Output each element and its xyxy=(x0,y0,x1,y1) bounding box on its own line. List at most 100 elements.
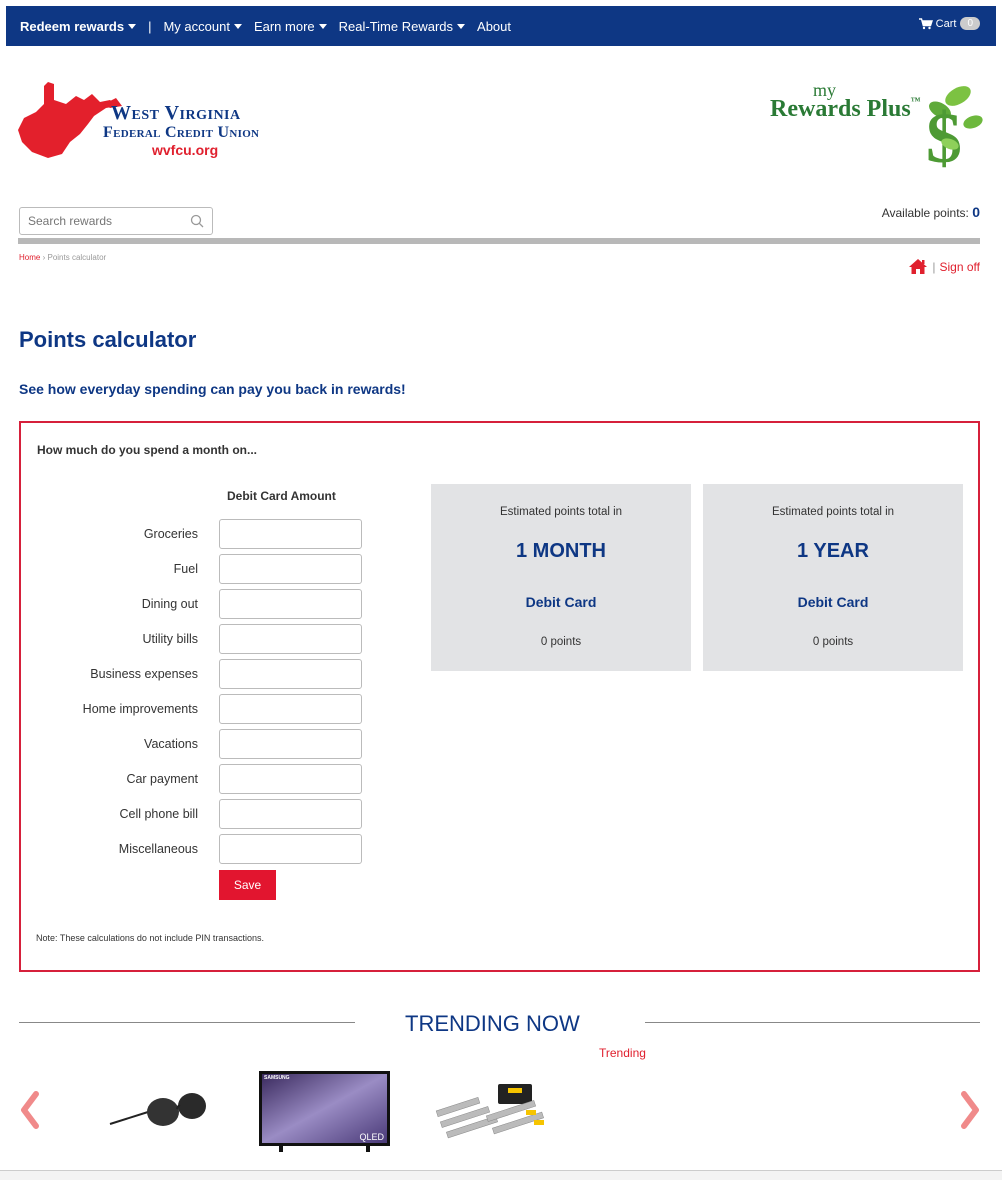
spend-row-vacations: Vacations xyxy=(21,729,366,759)
nav-redeem-rewards[interactable]: Redeem rewards xyxy=(20,19,137,34)
sunglasses-product[interactable] xyxy=(108,1088,208,1132)
miscellaneous-input[interactable] xyxy=(219,834,362,864)
spend-label: Car payment xyxy=(126,772,198,786)
utility-bills-input[interactable] xyxy=(219,624,362,654)
points-calculator: How much do you spend a month on... Debi… xyxy=(19,421,980,972)
nav-label: Redeem rewards xyxy=(20,19,125,34)
caret-down-icon xyxy=(233,24,242,29)
chevron-right-icon[interactable] xyxy=(960,1090,982,1130)
business-expenses-input[interactable] xyxy=(219,659,362,689)
tv-brand: SAMSUNG xyxy=(264,1075,290,1081)
tv-product[interactable]: SAMSUNG QLED xyxy=(259,1071,390,1152)
search-box xyxy=(19,207,213,235)
spend-row-cell-phone-bill: Cell phone bill xyxy=(21,799,366,829)
trending-divider-left xyxy=(19,1022,355,1023)
calculator-question: How much do you spend a month on... xyxy=(37,443,257,457)
nav-separator: | xyxy=(148,19,152,34)
caret-down-icon xyxy=(457,24,466,29)
estimate-card-type: Debit Card xyxy=(525,594,597,610)
sign-off-link[interactable]: Sign off xyxy=(940,260,980,274)
page-title: Points calculator xyxy=(19,327,197,352)
nav-label: About xyxy=(477,19,512,34)
estimate-label: Estimated points total in xyxy=(499,506,623,518)
estimate-points: 0 points xyxy=(812,636,854,648)
estimate-points: 0 points xyxy=(540,636,582,648)
vacations-input[interactable] xyxy=(219,729,362,759)
groceries-input[interactable] xyxy=(219,519,362,549)
dining-out-input[interactable] xyxy=(219,589,362,619)
cart-icon xyxy=(918,17,933,29)
nav-my-account[interactable]: My account xyxy=(163,19,242,34)
page-subtitle: See how everyday spending can pay you ba… xyxy=(19,381,406,397)
spend-label: Home improvements xyxy=(82,702,198,716)
estimate-label: Estimated points total in xyxy=(771,506,895,518)
spend-row-fuel: Fuel xyxy=(21,554,366,584)
spend-row-car-payment: Car payment xyxy=(21,764,366,794)
nav-earn-more[interactable]: Earn more xyxy=(254,19,327,34)
trademark: ™ xyxy=(910,96,921,107)
spend-row-groceries: Groceries xyxy=(21,519,366,549)
nav-label: Earn more xyxy=(253,19,315,34)
calculator-note: Note: These calculations do not include … xyxy=(36,933,264,943)
program-name: Rewards Plus™ xyxy=(770,96,921,123)
save-button[interactable]: Save xyxy=(219,870,276,900)
spend-row-dining-out: Dining out xyxy=(21,589,366,619)
account-links: | Sign off xyxy=(908,258,980,275)
chevron-left-icon[interactable] xyxy=(18,1090,40,1130)
debit-card-amount-header: Debit Card Amount xyxy=(227,489,336,503)
spend-row-business-expenses: Business expenses xyxy=(21,659,366,689)
available-points-value: 0 xyxy=(972,204,980,220)
spend-label: Cell phone bill xyxy=(119,807,198,821)
caret-down-icon xyxy=(128,24,137,29)
breadcrumb-separator: › xyxy=(42,253,46,262)
spend-label: Fuel xyxy=(173,562,198,576)
spend-row-home-improvements: Home improvements xyxy=(21,694,366,724)
nav-about[interactable]: About xyxy=(477,19,511,34)
available-points-label: Available points: xyxy=(881,206,969,220)
available-points: Available points: 0 xyxy=(882,204,980,220)
tv-badge: QLED xyxy=(359,1132,384,1142)
header-divider xyxy=(18,238,980,244)
fuel-input[interactable] xyxy=(219,554,362,584)
spend-label: Groceries xyxy=(143,527,198,541)
spend-label: Business expenses xyxy=(90,667,198,681)
car-payment-input[interactable] xyxy=(219,764,362,794)
trending-subtitle: Trending xyxy=(599,1046,646,1060)
caret-down-icon xyxy=(318,24,327,29)
breadcrumb-current: Points calculator xyxy=(47,253,107,262)
breadcrumb-home-link[interactable]: Home xyxy=(19,253,40,262)
home-improvements-input[interactable] xyxy=(219,694,362,724)
spend-row-utility-bills: Utility bills xyxy=(21,624,366,654)
cell-phone-bill-input[interactable] xyxy=(219,799,362,829)
spend-label: Utility bills xyxy=(142,632,198,646)
spend-label: Vacations xyxy=(144,737,198,751)
estimate-period: 1 MONTH xyxy=(516,540,606,562)
spend-row-miscellaneous: Miscellaneous xyxy=(21,834,366,864)
logo-line2: Federal Credit Union xyxy=(103,124,260,141)
home-icon[interactable] xyxy=(908,258,928,275)
estimate-panel-month: Estimated points total in 1 MONTH Debit … xyxy=(431,484,691,671)
estimate-card-type: Debit Card xyxy=(797,594,869,610)
bottom-toolbar xyxy=(0,1170,1002,1180)
svg-text:$: $ xyxy=(926,98,962,170)
search-input[interactable] xyxy=(20,208,180,234)
estimate-panel-year: Estimated points total in 1 YEAR Debit C… xyxy=(703,484,963,671)
trending-divider-right xyxy=(645,1022,980,1023)
nav-label: My account xyxy=(163,19,230,34)
cart-button[interactable]: Cart 0 xyxy=(918,17,980,30)
pipe-separator: | xyxy=(932,259,936,274)
nav-real-time-rewards[interactable]: Real-Time Rewards xyxy=(338,19,466,34)
logo-line1: West Virginia xyxy=(111,102,241,124)
breadcrumb: Home › Points calculator xyxy=(19,253,106,262)
estimate-period: 1 YEAR xyxy=(797,540,869,562)
program-name-text: Rewards Plus xyxy=(770,96,911,122)
trending-title: TRENDING NOW xyxy=(405,1011,580,1036)
cart-label: Cart xyxy=(935,17,957,30)
nav-label: Real-Time Rewards xyxy=(338,19,454,34)
logo-site: wvfcu.org xyxy=(152,142,219,158)
cart-count-badge: 0 xyxy=(960,17,980,30)
spend-label: Miscellaneous xyxy=(118,842,198,856)
search-icon[interactable] xyxy=(190,214,204,228)
tool-set-product[interactable] xyxy=(430,1080,554,1144)
top-nav: Redeem rewards | My account Earn more Re… xyxy=(6,6,996,46)
